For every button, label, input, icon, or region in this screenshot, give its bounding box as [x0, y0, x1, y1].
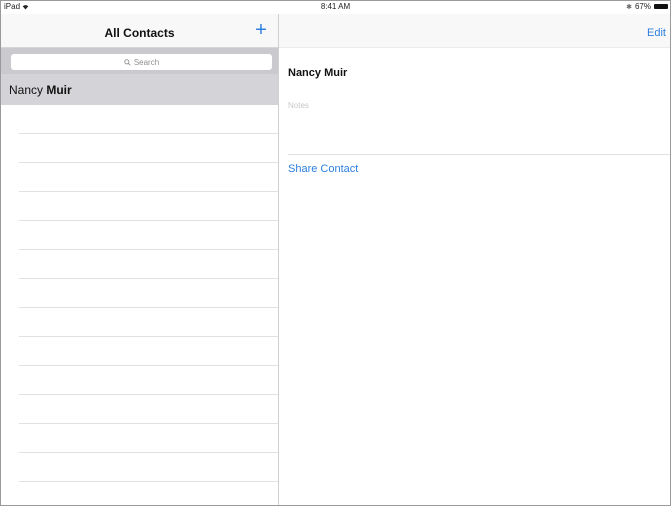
search-input[interactable]: Search	[11, 54, 272, 70]
list-divider	[19, 191, 278, 192]
battery-icon	[654, 4, 668, 9]
battery-percent: 67%	[634, 2, 651, 11]
app-window: iPad 8:41 AM ✱ 67% All Contacts + Search	[0, 0, 671, 506]
list-divider	[19, 481, 278, 482]
search-bar: Search	[1, 48, 278, 74]
contact-detail-name: Nancy Muir	[288, 67, 348, 79]
list-divider	[19, 220, 278, 221]
add-contact-button[interactable]: +	[251, 20, 271, 40]
list-divider	[19, 133, 278, 134]
list-divider	[19, 452, 278, 453]
notes-field[interactable]: Notes	[288, 101, 309, 110]
list-divider	[19, 307, 278, 308]
list-divider	[19, 162, 278, 163]
list-divider	[19, 249, 278, 250]
search-placeholder: Search	[133, 57, 160, 67]
contact-row-selected[interactable]: Nancy Muir	[1, 74, 278, 105]
contact-detail-pane: Edit Nancy Muir Notes Share Contact	[279, 14, 670, 505]
edit-button[interactable]: Edit	[647, 27, 666, 39]
contact-first-name: Nancy	[9, 83, 44, 97]
contact-last-name: Muir	[46, 83, 72, 97]
list-divider	[19, 365, 278, 366]
status-bar: iPad 8:41 AM ✱ 67%	[1, 1, 670, 14]
contacts-list-pane: All Contacts + Search Nancy Muir	[1, 14, 279, 505]
list-divider	[19, 394, 278, 395]
status-time: 8:41 AM	[320, 2, 351, 11]
contacts-nav-bar: All Contacts +	[1, 14, 278, 48]
list-divider	[19, 423, 278, 424]
status-right: ✱ 67%	[626, 2, 668, 11]
list-divider	[19, 278, 278, 279]
section-divider	[288, 154, 670, 155]
list-divider	[19, 336, 278, 337]
bluetooth-icon: ✱	[626, 3, 632, 11]
detail-nav-bar: Edit	[279, 14, 670, 48]
contact-name: Nancy Muir	[9, 83, 72, 97]
search-icon	[124, 58, 131, 66]
page-title: All Contacts	[104, 26, 175, 40]
share-contact-button[interactable]: Share Contact	[288, 163, 358, 175]
